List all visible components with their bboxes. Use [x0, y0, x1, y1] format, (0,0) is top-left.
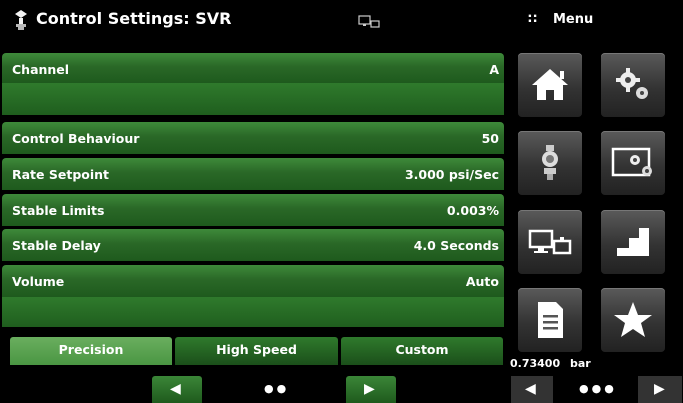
left-arrow-icon: ◀: [170, 381, 181, 397]
row-value: A: [489, 62, 499, 77]
page-title: Control Settings: SVR: [36, 9, 232, 28]
home-button[interactable]: [518, 53, 582, 117]
star-icon: [614, 302, 652, 337]
sensor-icon: [13, 8, 29, 32]
stable-limits-row[interactable]: Stable Limits 0.003%: [2, 194, 504, 226]
menu-title: Menu: [553, 12, 594, 27]
volume-row-body[interactable]: [2, 297, 504, 327]
channel-row-body[interactable]: [2, 83, 504, 115]
readout-value: 0.73400: [510, 357, 561, 370]
sensor-button[interactable]: [518, 131, 582, 195]
documents-button[interactable]: [518, 288, 582, 352]
sensor-icon: [542, 145, 558, 180]
left-arrow-icon: ◀: [525, 381, 536, 397]
document-icon: [538, 302, 563, 338]
row-value: Auto: [465, 274, 499, 289]
monitor-gear-icon: [611, 147, 652, 177]
step-button[interactable]: [601, 210, 665, 274]
row-label: Stable Delay: [12, 238, 101, 253]
remote-button[interactable]: [518, 210, 582, 274]
gears-icon: [616, 68, 648, 99]
page-indicator: ●●: [264, 382, 290, 395]
menu-page-indicator: ●●●: [579, 382, 617, 395]
display-settings-button[interactable]: [601, 131, 665, 195]
row-label: Stable Limits: [12, 203, 105, 218]
right-arrow-icon: ▶: [364, 381, 375, 397]
pressure-readout: 0.73400 bar: [510, 357, 591, 370]
remote-icon: [528, 229, 572, 255]
right-arrow-icon: ▶: [654, 381, 665, 397]
row-label: Channel: [12, 62, 70, 77]
row-value: 3.000 psi/Sec: [404, 167, 499, 182]
row-label: Control Behaviour: [12, 131, 140, 146]
tab-high-speed[interactable]: High Speed: [175, 337, 338, 365]
step-icon: [617, 228, 649, 256]
menu-grid-icon: ∷: [528, 12, 538, 27]
tab-custom[interactable]: Custom: [341, 337, 503, 365]
menu-prev-button[interactable]: ◀: [511, 376, 553, 403]
next-page-button[interactable]: ▶: [346, 376, 396, 403]
control-behaviour-row[interactable]: Control Behaviour 50: [2, 122, 504, 154]
row-label: Rate Setpoint: [12, 167, 110, 182]
volume-row[interactable]: Volume Auto: [2, 265, 504, 297]
favorites-button[interactable]: [601, 288, 665, 352]
stable-delay-row[interactable]: Stable Delay 4.0 Seconds: [2, 229, 504, 261]
prev-page-button[interactable]: ◀: [152, 376, 202, 403]
row-value: 0.003%: [446, 203, 499, 218]
row-label: Volume: [12, 274, 65, 289]
row-value: 4.0 Seconds: [413, 238, 499, 253]
settings-button[interactable]: [601, 53, 665, 117]
tab-precision[interactable]: Precision: [10, 337, 172, 365]
row-value: 50: [481, 131, 499, 146]
home-icon: [532, 69, 568, 100]
readout-unit: bar: [569, 357, 591, 370]
channel-row[interactable]: Channel A: [2, 53, 504, 83]
remote-status-icon: [358, 14, 380, 28]
rate-setpoint-row[interactable]: Rate Setpoint 3.000 psi/Sec: [2, 158, 504, 190]
menu-next-button[interactable]: ▶: [638, 376, 682, 403]
